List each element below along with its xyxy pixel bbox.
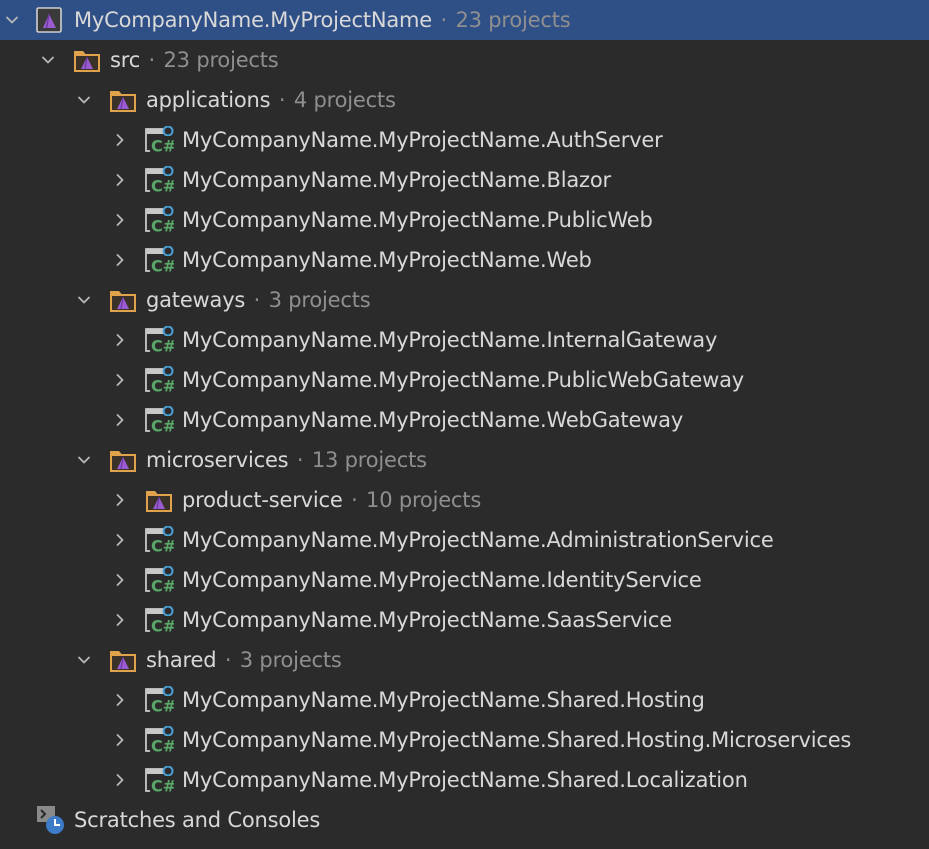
project-count: · 3 projects [253, 288, 371, 312]
solution-folder-icon [72, 46, 102, 74]
folder-name: product-service [182, 488, 343, 512]
csharp-project-icon [144, 566, 174, 594]
folder-name: shared [146, 648, 217, 672]
project-name: MyCompanyName.MyProjectName.PublicWeb [182, 208, 653, 232]
csharp-project-icon [144, 126, 174, 154]
tree-node-project[interactable]: MyCompanyName.MyProjectName.Administrati… [0, 520, 929, 560]
csharp-project-icon [144, 726, 174, 754]
project-count: · 3 projects [224, 648, 342, 672]
tree-node-gateways[interactable]: gateways · 3 projects [0, 280, 929, 320]
tree-node-label: microservices · 13 projects [146, 440, 427, 480]
chevron-right-icon[interactable] [108, 240, 132, 280]
tree-node-applications[interactable]: applications · 4 projects [0, 80, 929, 120]
chevron-right-icon[interactable] [108, 160, 132, 200]
tree-node-label: gateways · 3 projects [146, 280, 371, 320]
project-name: MyCompanyName.MyProjectName.Shared.Hosti… [182, 688, 705, 712]
tree-node-project[interactable]: MyCompanyName.MyProjectName.AuthServer [0, 120, 929, 160]
chevron-down-icon[interactable] [36, 40, 60, 80]
project-count: · 13 projects [296, 448, 427, 472]
tree-node-solution[interactable]: MyCompanyName.MyProjectName · 23 project… [0, 0, 929, 40]
solution-name: MyCompanyName.MyProjectName [74, 8, 433, 32]
solution-folder-icon [108, 446, 138, 474]
chevron-right-icon[interactable] [108, 360, 132, 400]
tree-node-project[interactable]: MyCompanyName.MyProjectName.PublicWebGat… [0, 360, 929, 400]
chevron-down-icon[interactable] [72, 640, 96, 680]
project-name: MyCompanyName.MyProjectName.Web [182, 248, 592, 272]
tree-node-label: product-service · 10 projects [182, 480, 481, 520]
csharp-project-icon [144, 766, 174, 794]
csharp-project-icon [144, 606, 174, 634]
project-name: MyCompanyName.MyProjectName.SaasService [182, 608, 672, 632]
solution-folder-icon [108, 86, 138, 114]
tree-node-project[interactable]: MyCompanyName.MyProjectName.PublicWeb [0, 200, 929, 240]
project-name: MyCompanyName.MyProjectName.Administrati… [182, 528, 774, 552]
chevron-right-icon[interactable] [108, 520, 132, 560]
folder-name: src [110, 48, 141, 72]
project-name: MyCompanyName.MyProjectName.InternalGate… [182, 328, 718, 352]
chevron-right-icon[interactable] [108, 760, 132, 800]
chevron-right-icon[interactable] [108, 680, 132, 720]
project-name: MyCompanyName.MyProjectName.Shared.Local… [182, 768, 748, 792]
project-name: MyCompanyName.MyProjectName.IdentityServ… [182, 568, 702, 592]
tree-node-label: MyCompanyName.MyProjectName · 23 project… [74, 0, 571, 40]
tree-node-microservices[interactable]: microservices · 13 projects [0, 440, 929, 480]
project-name: MyCompanyName.MyProjectName.WebGateway [182, 408, 684, 432]
folder-name: applications [146, 88, 271, 112]
tree-node-project[interactable]: MyCompanyName.MyProjectName.Blazor [0, 160, 929, 200]
csharp-project-icon [144, 246, 174, 274]
csharp-project-icon [144, 526, 174, 554]
chevron-right-icon[interactable] [108, 480, 132, 520]
csharp-project-icon [144, 326, 174, 354]
solution-icon [34, 6, 64, 34]
csharp-project-icon [144, 166, 174, 194]
project-count: · 23 projects [440, 8, 571, 32]
csharp-project-icon [144, 206, 174, 234]
chevron-down-icon[interactable] [0, 0, 24, 40]
tree-node-src[interactable]: src · 23 projects [0, 40, 929, 80]
project-name: MyCompanyName.MyProjectName.PublicWebGat… [182, 368, 745, 392]
project-name: MyCompanyName.MyProjectName.Shared.Hosti… [182, 728, 852, 752]
chevron-right-icon[interactable] [108, 400, 132, 440]
tree-node-shared[interactable]: shared · 3 projects [0, 640, 929, 680]
chevron-down-icon[interactable] [72, 280, 96, 320]
tree-node-scratches[interactable]: Scratches and Consoles [0, 800, 929, 840]
folder-name: microservices [146, 448, 289, 472]
chevron-right-icon[interactable] [108, 600, 132, 640]
solution-explorer-tree: MyCompanyName.MyProjectName · 23 project… [0, 0, 929, 840]
tree-node-project[interactable]: MyCompanyName.MyProjectName.InternalGate… [0, 320, 929, 360]
project-name: MyCompanyName.MyProjectName.AuthServer [182, 128, 663, 152]
scratches-label: Scratches and Consoles [74, 808, 321, 832]
tree-node-project[interactable]: MyCompanyName.MyProjectName.Shared.Hosti… [0, 680, 929, 720]
solution-folder-icon [144, 486, 174, 514]
solution-folder-icon [108, 286, 138, 314]
chevron-right-icon[interactable] [108, 720, 132, 760]
tree-node-label: shared · 3 projects [146, 640, 342, 680]
tree-node-product-service[interactable]: product-service · 10 projects [0, 480, 929, 520]
tree-node-project[interactable]: MyCompanyName.MyProjectName.Shared.Local… [0, 760, 929, 800]
chevron-down-icon[interactable] [72, 440, 96, 480]
csharp-project-icon [144, 366, 174, 394]
chevron-right-icon[interactable] [108, 120, 132, 160]
tree-node-project[interactable]: MyCompanyName.MyProjectName.SaasService [0, 600, 929, 640]
folder-name: gateways [146, 288, 246, 312]
chevron-down-icon[interactable] [72, 80, 96, 120]
project-count: · 4 projects [278, 88, 396, 112]
tree-node-label: applications · 4 projects [146, 80, 396, 120]
project-count: · 23 projects [148, 48, 279, 72]
tree-node-project[interactable]: MyCompanyName.MyProjectName.WebGateway [0, 400, 929, 440]
csharp-project-icon [144, 406, 174, 434]
chevron-right-icon[interactable] [108, 560, 132, 600]
csharp-project-icon [144, 686, 174, 714]
tree-node-project[interactable]: MyCompanyName.MyProjectName.IdentityServ… [0, 560, 929, 600]
tree-node-project[interactable]: MyCompanyName.MyProjectName.Web [0, 240, 929, 280]
chevron-right-icon[interactable] [108, 200, 132, 240]
project-name: MyCompanyName.MyProjectName.Blazor [182, 168, 611, 192]
scratches-consoles-icon [36, 804, 66, 836]
project-count: · 10 projects [351, 488, 482, 512]
tree-node-project[interactable]: MyCompanyName.MyProjectName.Shared.Hosti… [0, 720, 929, 760]
solution-folder-icon [108, 646, 138, 674]
chevron-right-icon[interactable] [108, 320, 132, 360]
tree-node-label: src · 23 projects [110, 40, 279, 80]
